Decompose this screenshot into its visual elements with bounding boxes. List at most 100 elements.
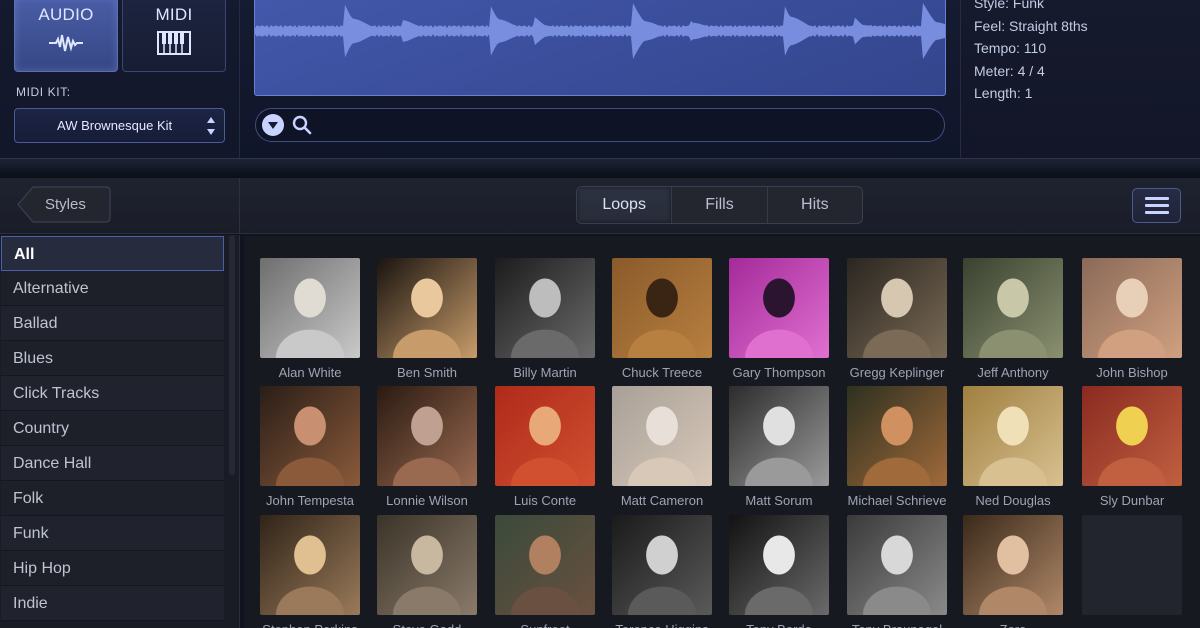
drummer-card[interactable]: Matt Cameron [612, 386, 712, 508]
tab-hits[interactable]: Hits [768, 187, 862, 223]
drummer-card[interactable]: Michael Schrieve [847, 386, 947, 508]
drummer-card[interactable]: Sly Dunbar [1082, 386, 1182, 508]
waveform-icon [49, 34, 83, 52]
sidebar-item-all[interactable]: All [1, 236, 224, 271]
drummer-photo [729, 258, 829, 358]
back-button-label: Styles [45, 196, 86, 213]
drummer-card[interactable]: Ned Douglas [963, 386, 1063, 508]
toolbar-separator [239, 178, 240, 234]
drummer-photo [847, 515, 947, 615]
drummer-card[interactable]: Lonnie Wilson [377, 386, 477, 508]
drummer-card[interactable]: John Bishop [1082, 258, 1182, 380]
drummer-name: Ben Smith [397, 365, 457, 380]
drummer-card[interactable]: Matt Sorum [729, 386, 829, 508]
drummer-photo [495, 515, 595, 615]
drummer-card[interactable]: Terence Higgins [612, 515, 712, 628]
menu-button[interactable] [1132, 188, 1181, 223]
drummer-photo [377, 515, 477, 615]
drummer-card[interactable]: Stephen Perkins [260, 515, 360, 628]
search-icon [292, 115, 312, 135]
drummer-photo [1082, 386, 1182, 486]
drummer-card[interactable]: Zoro [963, 515, 1063, 628]
drummer-name: Lonnie Wilson [386, 493, 468, 508]
empty-grid-slot [1082, 515, 1182, 615]
drummer-card[interactable]: Gregg Keplinger [847, 258, 947, 380]
drummer-card[interactable]: Chuck Treece [612, 258, 712, 380]
drummer-name: Billy Martin [513, 365, 577, 380]
panel-divider [0, 158, 1200, 178]
drummer-photo [963, 515, 1063, 615]
drummer-name: Michael Schrieve [847, 493, 947, 508]
drummer-card[interactable]: Tony Bordo [729, 515, 829, 628]
drummer-photo [495, 386, 595, 486]
midi-kit-value: AW Brownesque Kit [57, 118, 173, 133]
drummer-card[interactable]: Tony Braunagel [847, 515, 947, 628]
sidebar-item-click-tracks[interactable]: Click Tracks [1, 376, 224, 411]
sidebar-scrollbar[interactable] [229, 235, 235, 475]
sidebar-item-folk[interactable]: Folk [1, 481, 224, 516]
search-input[interactable] [316, 113, 916, 137]
midi-button[interactable]: MIDI [122, 0, 226, 72]
drummer-card[interactable]: Steve Gadd [377, 515, 477, 628]
drummer-name: Matt Cameron [620, 493, 704, 508]
drummer-grid: Alan White Ben Smith Billy Martin Chuck Tre… [244, 236, 1200, 628]
waveform-display[interactable] [254, 0, 946, 96]
drummer-photo [612, 515, 712, 615]
midi-label: MIDI [155, 5, 193, 24]
search-bar [255, 108, 945, 142]
drummer-card[interactable]: Sunfreet [495, 515, 595, 628]
sidebar-item-country[interactable]: Country [1, 411, 224, 446]
sidebar-item-funk[interactable]: Funk [1, 516, 224, 551]
styles-sidebar: All Alternative Ballad Blues Click Tracks Cou… [0, 235, 240, 628]
drummer-photo [612, 386, 712, 486]
sidebar-item-dance-hall[interactable]: Dance Hall [1, 446, 224, 481]
drummer-photo [963, 258, 1063, 358]
drummer-name: Tony Bordo [720, 622, 838, 628]
audio-label: AUDIO [38, 5, 94, 24]
drummer-name: John Bishop [1096, 365, 1168, 380]
midi-kit-select[interactable]: AW Brownesque Kit [14, 108, 225, 143]
back-to-styles-button[interactable]: Styles [17, 186, 111, 223]
drummer-photo [729, 386, 829, 486]
drummer-name: Jeff Anthony [977, 365, 1049, 380]
audio-button[interactable]: AUDIO [14, 0, 118, 72]
drummer-photo [260, 386, 360, 486]
info-tempo: Tempo: 110 [974, 40, 1047, 56]
info-style: Style: Funk [974, 0, 1045, 11]
top-panel: AUDIO MIDI MIDI KIT: AW Brownesque Kit S… [0, 0, 1200, 160]
tab-fills[interactable]: Fills [672, 187, 768, 223]
drummer-name: Sunfreet [486, 622, 604, 628]
drummer-name: Luis Conte [513, 493, 577, 508]
drummer-card[interactable]: Billy Martin [495, 258, 595, 380]
drummer-photo [847, 386, 947, 486]
updown-arrows-icon [207, 117, 215, 135]
drummer-name: John Tempesta [266, 493, 354, 508]
midi-kit-label: MIDI KIT: [16, 85, 71, 99]
drummer-card[interactable]: John Tempesta [260, 386, 360, 508]
filter-dropdown-icon[interactable] [262, 114, 284, 136]
app-window: AUDIO MIDI MIDI KIT: AW Brownesque Kit S… [0, 0, 1200, 628]
drummer-name: Stephen Perkins [251, 622, 369, 628]
drummer-card[interactable]: Gary Thompson [729, 258, 829, 380]
drummer-photo [495, 258, 595, 358]
sidebar-item-alternative[interactable]: Alternative [1, 271, 224, 306]
drummer-card[interactable]: Alan White [260, 258, 360, 380]
sidebar-item-hip-hop[interactable]: Hip Hop [1, 551, 224, 586]
loop-info-panel: Style: Funk Feel: Straight 8ths Tempo: 1… [960, 0, 1200, 158]
drummer-card[interactable]: Ben Smith [377, 258, 477, 380]
drummer-name: Sly Dunbar [1099, 493, 1165, 508]
drummer-name: Gary Thompson [732, 365, 826, 380]
sidebar-item-ballad[interactable]: Ballad [1, 306, 224, 341]
drummer-card[interactable]: Jeff Anthony [963, 258, 1063, 380]
drummer-name: Matt Sorum [745, 493, 813, 508]
tab-loops[interactable]: Loops [577, 187, 673, 223]
sidebar-item-blues[interactable]: Blues [1, 341, 224, 376]
info-feel: Feel: Straight 8ths [974, 18, 1088, 34]
drummer-photo [377, 258, 477, 358]
drummer-name: Terence Higgins [603, 622, 721, 628]
sidebar-item-indie[interactable]: Indie [1, 586, 224, 621]
source-panel: AUDIO MIDI MIDI KIT: AW Brownesque Kit [0, 0, 240, 158]
drummer-photo [1082, 258, 1182, 358]
drummer-card[interactable]: Luis Conte [495, 386, 595, 508]
drummer-photo [260, 515, 360, 615]
